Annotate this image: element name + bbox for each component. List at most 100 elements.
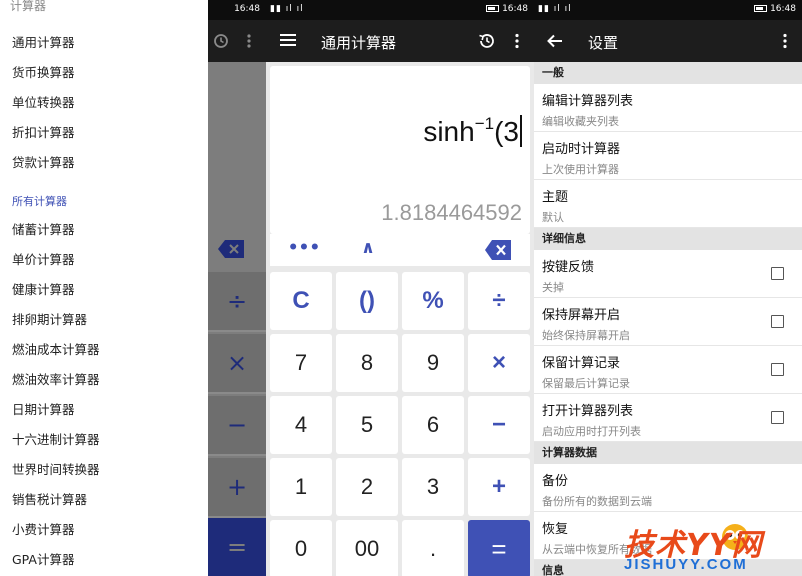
status-time: 16:48 (770, 4, 796, 14)
dimmed-plus-key: + (208, 458, 266, 518)
status-bar: ▮▮ ıl ıl 16:48 (534, 0, 802, 20)
dimmed-calculator-scrim[interactable]: 16:48 ÷ × − + = (208, 0, 266, 576)
drawer-item[interactable]: 小费计算器 (12, 519, 75, 538)
dimmed-divide-key: ÷ (208, 272, 266, 332)
digit-7-key[interactable]: 7 (270, 334, 332, 392)
settings-row[interactable]: 编辑计算器列表 编辑收藏夹列表 (534, 84, 802, 132)
settings-row[interactable]: 备份备份所有的数据到云端 (534, 464, 802, 512)
settings-row[interactable]: 启动时计算器 上次使用计算器 (534, 132, 802, 180)
settings-row-subtitle: 备份所有的数据到云端 (542, 495, 652, 508)
status-bar: ▮▮ ıl ıl 16:48 (266, 0, 534, 20)
drawer-item[interactable]: 贷款计算器 (12, 152, 75, 171)
status-time: 16:48 (234, 4, 260, 14)
dimmed-minus-key: − (208, 396, 266, 456)
expression-argument: (3 (494, 116, 519, 147)
drawer-item[interactable]: GPA计算器 (12, 549, 74, 568)
settings-row-subtitle: 默认 (542, 211, 564, 224)
drawer-item[interactable]: 燃油效率计算器 (12, 369, 100, 388)
key-label: + (226, 473, 248, 501)
inverse-toggle-button[interactable]: ∧ (338, 238, 398, 262)
settings-checkbox[interactable] (771, 267, 784, 280)
settings-row-subtitle: 编辑收藏夹列表 (542, 115, 619, 128)
digit-1-key[interactable]: 1 (270, 458, 332, 516)
settings-row-title: 按键反馈 (542, 260, 595, 275)
divide-key[interactable]: ÷ (468, 272, 530, 330)
drawer-section-title: 所有计算器 (12, 195, 67, 208)
multiply-key[interactable]: × (468, 334, 530, 392)
settings-row[interactable]: 保留计算记录 保留最后计算记录 (534, 346, 802, 394)
settings-row-title: 启动时计算器 (542, 142, 621, 157)
settings-row[interactable]: 按键反馈 关掉 (534, 250, 802, 298)
key-label: × (226, 349, 248, 377)
key-label: − (226, 411, 248, 439)
watermark-url: JISHUYY.COM (624, 556, 748, 573)
battery-icon (754, 5, 768, 12)
drawer-item[interactable]: 单价计算器 (12, 249, 75, 268)
settings-screen: ▮▮ ıl ıl 16:48 设置 一般 编辑计算器列表 编辑收藏夹列表 启动时计算器… (534, 0, 802, 576)
settings-section-header: 详细信息 (534, 228, 802, 250)
settings-row[interactable]: 主题 默认 (534, 180, 802, 228)
calculator-display[interactable]: sinh−1(3 1.8184464592 (270, 66, 530, 234)
digit-6-key[interactable]: 6 (402, 396, 464, 454)
settings-row-subtitle: 始终保持屏幕开启 (542, 329, 630, 342)
signal-icon: ▮▮ ıl ıl (538, 4, 572, 14)
settings-row-subtitle: 关掉 (542, 281, 564, 294)
settings-checkbox[interactable] (771, 411, 784, 424)
menu-icon[interactable] (280, 33, 296, 47)
parentheses-key[interactable]: () (336, 272, 398, 330)
settings-row-title: 恢复 (542, 522, 569, 537)
status-bar: 16:48 (208, 0, 266, 20)
status-time: 16:48 (502, 4, 528, 14)
signal-icon: ▮▮ ıl ıl (270, 4, 304, 14)
percent-key[interactable]: % (402, 272, 464, 330)
drawer-item[interactable]: 单位转换器 (12, 92, 75, 111)
settings-checkbox[interactable] (771, 315, 784, 328)
settings-row-title: 打开计算器列表 (542, 404, 634, 419)
overflow-menu-icon[interactable] (514, 33, 520, 49)
digit-0-key[interactable]: 0 (270, 520, 332, 576)
function-row: ••• ∧ (270, 234, 530, 266)
drawer-item[interactable]: 日期计算器 (12, 399, 75, 418)
settings-title: 设置 (588, 34, 619, 52)
drawer-item[interactable]: 储蓄计算器 (12, 219, 75, 238)
battery-icon (486, 5, 500, 12)
drawer-item[interactable]: 健康计算器 (12, 279, 75, 298)
drawer-item[interactable]: 货币换算器 (12, 62, 75, 81)
digit-2-key[interactable]: 2 (336, 458, 398, 516)
dimmed-equals-key: = (208, 518, 266, 576)
drawer-item[interactable]: 排卵期计算器 (12, 309, 87, 328)
double-zero-key[interactable]: 00 (336, 520, 398, 576)
back-arrow-icon[interactable] (547, 33, 563, 49)
drawer-item[interactable]: 折扣计算器 (12, 122, 75, 141)
settings-row[interactable]: 打开计算器列表 启动应用时打开列表 (534, 394, 802, 442)
settings-row-title: 主题 (542, 190, 569, 205)
digit-3-key[interactable]: 3 (402, 458, 464, 516)
more-functions-button[interactable]: ••• (274, 238, 334, 262)
drawer-item[interactable]: 燃油成本计算器 (12, 339, 100, 358)
backspace-button[interactable] (485, 240, 511, 260)
drawer-item[interactable]: 通用计算器 (12, 32, 75, 51)
minus-key[interactable]: − (468, 396, 530, 454)
settings-checkbox[interactable] (771, 363, 784, 376)
settings-row-title: 保持屏幕开启 (542, 308, 621, 323)
equals-key[interactable]: = (468, 520, 530, 576)
overflow-menu-icon[interactable] (782, 33, 788, 49)
settings-section-header: 计算器数据 (534, 442, 802, 464)
settings-row-title: 备份 (542, 474, 569, 489)
key-label: ÷ (226, 287, 248, 315)
settings-toolbar: 设置 (534, 20, 802, 62)
digit-4-key[interactable]: 4 (270, 396, 332, 454)
expression-text[interactable]: sinh−1(3 (423, 114, 522, 148)
dimmed-toolbar (208, 20, 266, 62)
digit-8-key[interactable]: 8 (336, 334, 398, 392)
drawer-item[interactable]: 世界时间转换器 (12, 459, 100, 478)
decimal-key[interactable]: . (402, 520, 464, 576)
settings-row[interactable]: 保持屏幕开启 始终保持屏幕开启 (534, 298, 802, 346)
history-icon[interactable] (478, 32, 496, 50)
drawer-item[interactable]: 十六进制计算器 (12, 429, 100, 448)
plus-key[interactable]: + (468, 458, 530, 516)
digit-9-key[interactable]: 9 (402, 334, 464, 392)
clear-key[interactable]: C (270, 272, 332, 330)
digit-5-key[interactable]: 5 (336, 396, 398, 454)
drawer-item[interactable]: 销售税计算器 (12, 489, 87, 508)
